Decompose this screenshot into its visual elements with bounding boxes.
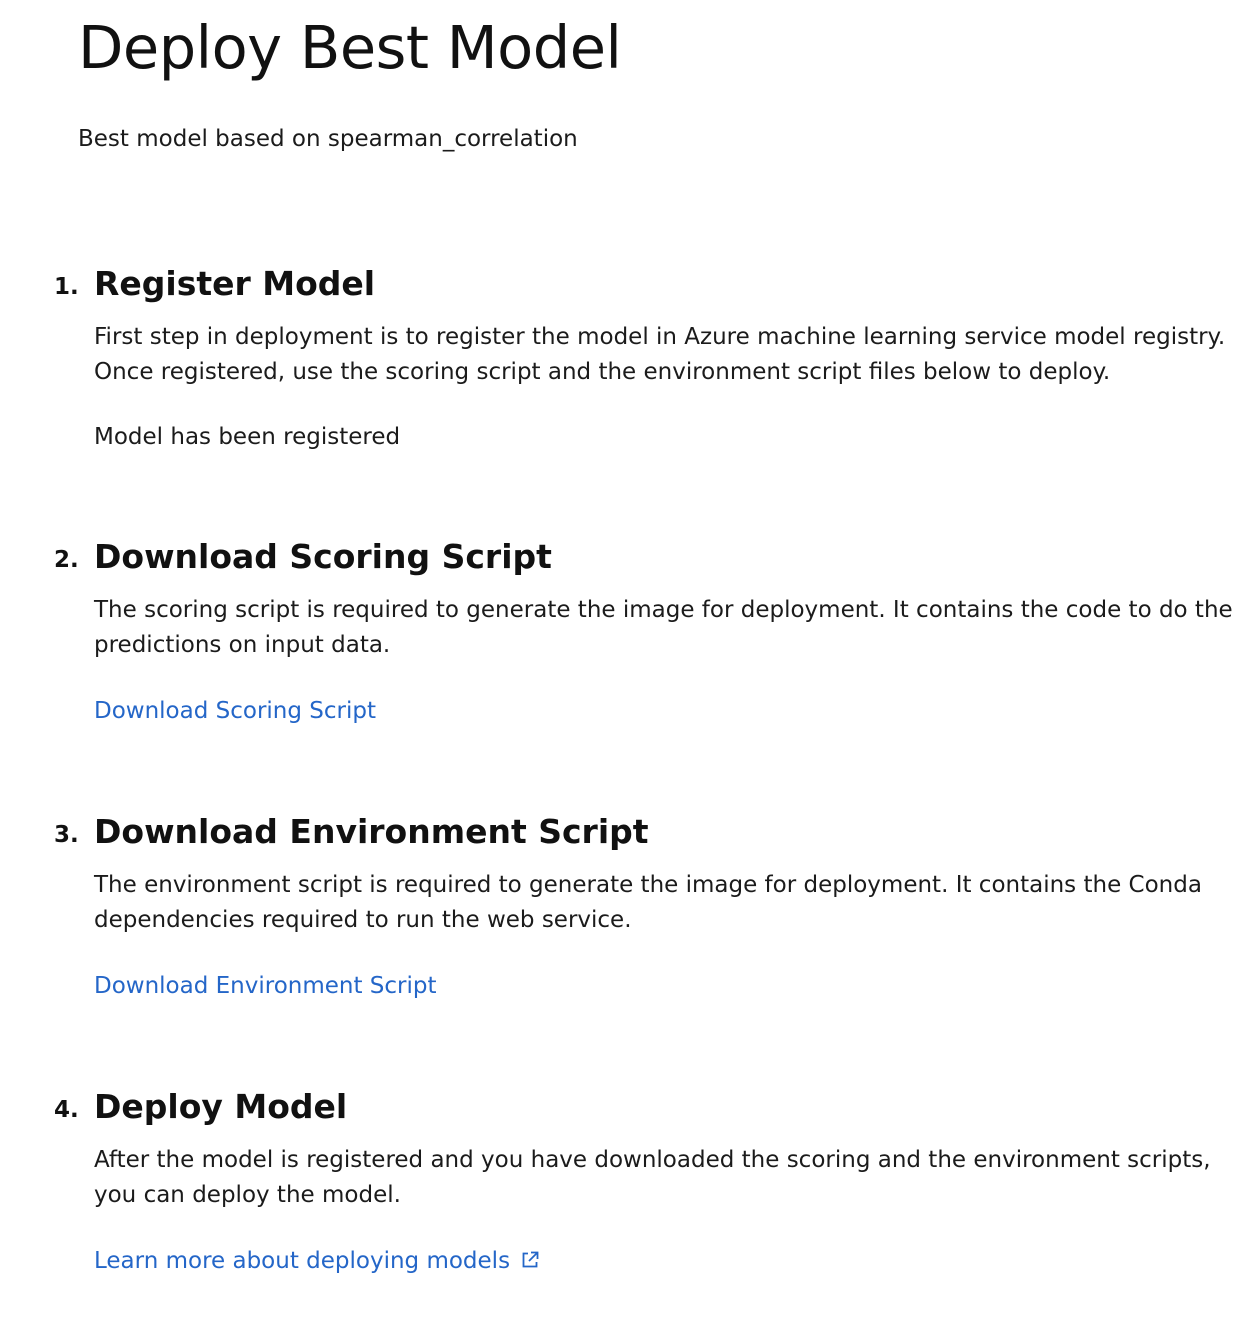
step-heading: Download Environment Script: [94, 812, 649, 851]
step-heading: Register Model: [94, 264, 376, 303]
step-description: After the model is registered and you ha…: [94, 1147, 1211, 1208]
learn-more-deploying-link[interactable]: Learn more about deploying models: [94, 1246, 540, 1278]
step-number: 4.: [54, 1097, 79, 1123]
download-environment-script-link[interactable]: Download Environment Script: [94, 971, 437, 1001]
step-heading: Download Scoring Script: [94, 537, 552, 576]
registration-status: Model has been registered: [94, 424, 401, 450]
step-number: 2.: [54, 547, 79, 573]
step-heading: Deploy Model: [94, 1087, 348, 1126]
step-number: 1.: [54, 274, 79, 300]
page-title: Deploy Best Model: [78, 13, 622, 82]
external-link-icon: [520, 1248, 540, 1278]
step-description: First step in deployment is to register …: [94, 324, 1226, 385]
page-subtitle: Best model based on spearman_correlation: [78, 126, 578, 152]
step-number: 3.: [54, 822, 79, 848]
step-description: The environment script is required to ge…: [94, 872, 1202, 933]
step-description: The scoring script is required to genera…: [94, 597, 1233, 658]
learn-more-link-label: Learn more about deploying models: [94, 1248, 511, 1274]
download-scoring-script-link[interactable]: Download Scoring Script: [94, 696, 376, 726]
